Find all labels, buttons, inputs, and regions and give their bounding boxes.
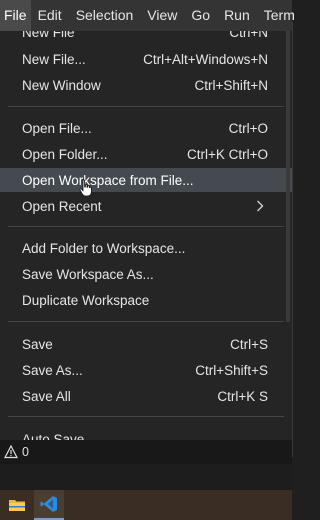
menu-item-shortcut: Ctrl+Alt+Windows+N: [143, 51, 268, 67]
menu-item-label: Open Workspace from File...: [22, 172, 194, 188]
problems-count[interactable]: 0: [22, 445, 29, 459]
menu-item-label: Open Recent: [22, 198, 102, 214]
menu-item-shortcut: Ctrl+Shift+N: [194, 77, 268, 93]
menu-bar-overlay: File Edit Selection View Go Run Term: [0, 0, 295, 31]
menu-separator: [8, 416, 284, 417]
menu-file[interactable]: File: [0, 0, 31, 31]
menu-item-label: Open File...: [22, 120, 92, 136]
menu-edit[interactable]: Edit: [31, 0, 69, 31]
menu-scrollbar[interactable]: [286, 22, 290, 322]
menu-item-save-workspace-as[interactable]: Save Workspace As...: [0, 262, 292, 286]
menu-item-shortcut: Ctrl+K S: [217, 388, 268, 404]
hand-pointer-icon: [79, 179, 92, 197]
menu-item-label: Save Workspace As...: [22, 266, 154, 282]
menu-run[interactable]: Run: [217, 0, 257, 31]
menu-item-shortcut: Ctrl+S: [230, 336, 268, 352]
menu-item-shortcut: Ctrl+K Ctrl+O: [186, 146, 268, 162]
status-bar: 0: [0, 440, 292, 464]
taskbar: [0, 490, 292, 520]
taskbar-file-explorer[interactable]: [2, 490, 32, 520]
menu-separator: [8, 321, 284, 322]
menu-item-shortcut: Ctrl+O: [228, 120, 268, 136]
menu-item-new-window[interactable]: New Window Ctrl+Shift+N: [0, 73, 292, 97]
menu-item-label: Add Folder to Workspace...: [22, 240, 186, 256]
menu-selection[interactable]: Selection: [69, 0, 141, 31]
menu-item-open-workspace-from-file[interactable]: Open Workspace from File...: [0, 168, 292, 192]
menu-item-save-all[interactable]: Save All Ctrl+K S: [0, 384, 292, 408]
menu-item-label: Duplicate Workspace: [22, 292, 150, 308]
menu-item-open-recent[interactable]: Open Recent: [0, 194, 292, 218]
menu-item-add-folder-to-workspace[interactable]: Add Folder to Workspace...: [0, 236, 292, 260]
menu-item-open-file[interactable]: Open File... Ctrl+O: [0, 116, 292, 140]
vscode-icon: [40, 496, 57, 512]
menu-separator: [8, 226, 284, 227]
menu-item-new-file[interactable]: New File... Ctrl+Alt+Windows+N: [0, 47, 292, 71]
menu-item-shortcut: Ctrl+Shift+S: [195, 362, 268, 378]
menu-item-label: Open Folder...: [22, 146, 108, 162]
menu-item-save[interactable]: Save Ctrl+S: [0, 332, 292, 356]
menu-item-label: Save All: [22, 388, 71, 404]
menu-item-save-as[interactable]: Save As... Ctrl+Shift+S: [0, 358, 292, 382]
menu-view[interactable]: View: [140, 0, 184, 31]
menu-item-open-folder[interactable]: Open Folder... Ctrl+K Ctrl+O: [0, 142, 292, 166]
warning-icon[interactable]: [4, 445, 18, 459]
menu-separator: [8, 106, 284, 107]
taskbar-vscode[interactable]: [34, 490, 64, 520]
folder-icon: [9, 500, 25, 511]
file-menu-dropdown: New File Ctrl+N New File... Ctrl+Alt+Win…: [0, 22, 293, 457]
menu-item-label: New File...: [22, 51, 86, 67]
menu-item-label: New Window: [22, 77, 101, 93]
menu-item-label: Save As...: [22, 362, 83, 378]
menu-item-label: Save: [22, 336, 53, 352]
chevron-right-icon: [252, 198, 268, 214]
menu-go[interactable]: Go: [184, 0, 217, 31]
menu-item-duplicate-workspace[interactable]: Duplicate Workspace: [0, 288, 292, 312]
window-bottom-area: [0, 464, 292, 490]
menu-terminal[interactable]: Term: [257, 0, 302, 31]
